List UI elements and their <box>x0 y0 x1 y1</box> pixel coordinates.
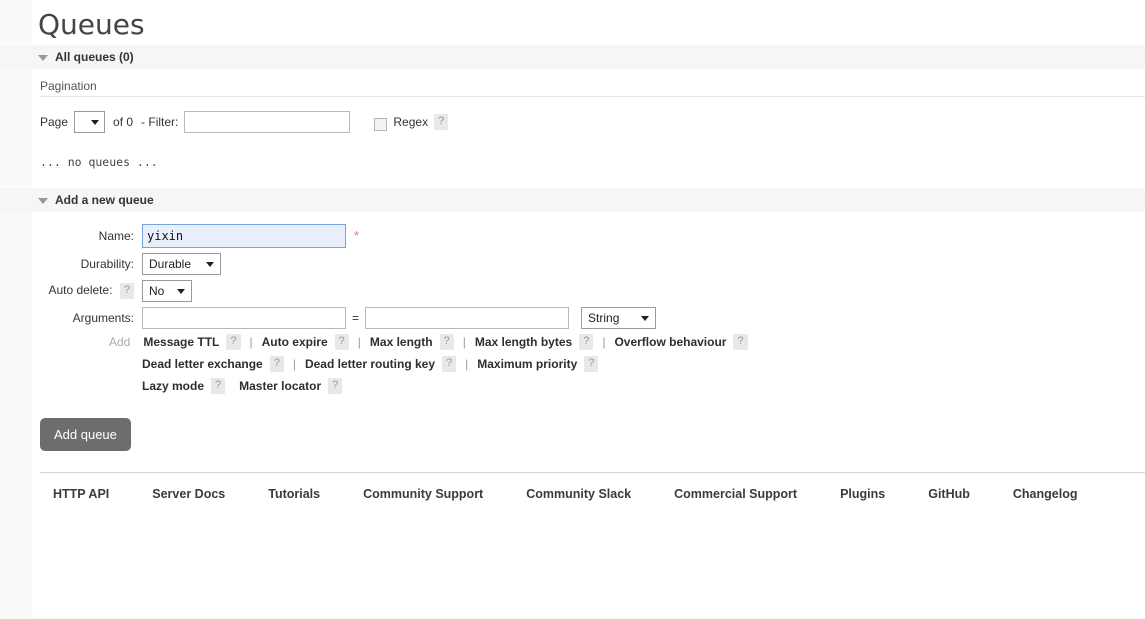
page-label: Page <box>40 115 69 129</box>
preset-message-ttl[interactable]: Message TTL <box>143 334 219 350</box>
separator: | <box>465 357 469 371</box>
preset-dead-letter-exchange[interactable]: Dead letter exchange <box>142 356 263 372</box>
add-queue-label: Add a new queue <box>55 193 154 207</box>
name-label: Name: <box>98 229 134 243</box>
page-total-label: of 0 <box>113 115 134 129</box>
preset-row: Lazy mode ? Master locator ? <box>142 378 1145 394</box>
footer: HTTP API Server Docs Tutorials Community… <box>40 472 1145 501</box>
regex-checkbox[interactable] <box>374 117 388 131</box>
empty-state-message: ... no queues ... <box>40 155 158 169</box>
pagination-heading: Pagination <box>40 79 97 93</box>
preset-dead-letter-routing-key[interactable]: Dead letter routing key <box>305 356 435 372</box>
maximum-priority-help-icon[interactable]: ? <box>584 356 599 372</box>
preset-auto-expire[interactable]: Auto expire <box>262 334 328 350</box>
auto-delete-select[interactable]: No <box>142 280 192 302</box>
preset-master-locator[interactable]: Master locator <box>239 378 321 394</box>
add-argument-link[interactable]: Add <box>109 334 130 350</box>
durability-select-value: Durable <box>149 257 192 271</box>
overflow-behaviour-help-icon[interactable]: ? <box>733 334 748 350</box>
separator: | <box>357 335 361 349</box>
triangle-down-icon[interactable] <box>38 55 48 61</box>
footer-link-tutorials[interactable]: Tutorials <box>268 487 320 501</box>
preset-max-length-bytes[interactable]: Max length bytes <box>475 334 572 350</box>
page-select[interactable] <box>74 111 106 133</box>
master-locator-help-icon[interactable]: ? <box>328 378 343 394</box>
arguments-label: Arguments: <box>72 311 134 325</box>
chevron-down-icon <box>206 262 214 267</box>
preset-lazy-mode[interactable]: Lazy mode <box>142 378 204 394</box>
filter-label: - Filter: <box>141 115 179 129</box>
chevron-down-icon <box>91 120 100 125</box>
max-length-bytes-help-icon[interactable]: ? <box>579 334 594 350</box>
auto-delete-label-text: Auto delete: <box>48 283 113 298</box>
argument-presets: Add Message TTL ? | Auto expire ? | Max … <box>0 334 1145 394</box>
auto-delete-select-value: No <box>149 284 165 298</box>
argument-key-input[interactable] <box>142 307 346 329</box>
name-row: Name: * <box>0 224 1145 248</box>
separator: | <box>292 357 296 371</box>
add-queue-form: Name: * Durability: Durable Auto delete:… <box>0 212 1145 451</box>
regex-help-icon[interactable]: ? <box>434 114 449 130</box>
durability-select[interactable]: Durable <box>142 253 221 275</box>
footer-link-server-docs[interactable]: Server Docs <box>152 487 225 501</box>
add-queue-section-header[interactable]: Add a new queue <box>0 187 1145 212</box>
preset-maximum-priority[interactable]: Maximum priority <box>477 356 577 372</box>
queues-page: Queues All queues (0) Pagination Page of… <box>0 0 1145 619</box>
chevron-down-icon <box>177 289 185 294</box>
argument-value-input[interactable] <box>365 307 570 329</box>
separator: | <box>602 335 606 349</box>
preset-row: Add Message TTL ? | Auto expire ? | Max … <box>109 334 1145 350</box>
pagination-controls: Page of 0 - Filter: Regex ? <box>0 97 1145 133</box>
max-length-help-icon[interactable]: ? <box>439 334 454 350</box>
preset-max-length[interactable]: Max length <box>370 334 433 350</box>
auto-delete-row: Auto delete: ? No <box>0 280 1145 302</box>
filter-input[interactable] <box>184 111 351 133</box>
preset-row: Dead letter exchange ? | Dead letter rou… <box>142 356 1145 372</box>
lazy-mode-help-icon[interactable]: ? <box>211 378 226 394</box>
dead-letter-routing-key-help-icon[interactable]: ? <box>442 356 457 372</box>
dead-letter-exchange-help-icon[interactable]: ? <box>269 356 284 372</box>
required-marker: * <box>354 228 360 243</box>
all-queues-section-header[interactable]: All queues (0) <box>0 44 1145 69</box>
separator: | <box>249 335 253 349</box>
chevron-down-icon <box>641 316 650 321</box>
footer-link-changelog[interactable]: Changelog <box>1013 487 1078 501</box>
argument-type-select[interactable]: String <box>581 307 657 329</box>
argument-equals-sign: = <box>352 311 360 325</box>
auto-expire-help-icon[interactable]: ? <box>334 334 349 350</box>
auto-delete-label: Auto delete: ? <box>38 283 142 299</box>
footer-link-community-slack[interactable]: Community Slack <box>526 487 631 501</box>
footer-link-commercial-support[interactable]: Commercial Support <box>674 487 797 501</box>
add-queue-button[interactable]: Add queue <box>40 418 131 451</box>
auto-delete-help-icon[interactable]: ? <box>119 283 134 299</box>
durability-label: Durability: <box>80 257 134 271</box>
footer-link-community-support[interactable]: Community Support <box>363 487 483 501</box>
submit-row: Add queue <box>0 400 1145 451</box>
footer-link-github[interactable]: GitHub <box>928 487 970 501</box>
durability-row: Durability: Durable <box>0 253 1145 275</box>
triangle-down-icon[interactable] <box>38 198 48 204</box>
separator: | <box>462 335 466 349</box>
page-title: Queues <box>38 8 145 41</box>
arguments-row: Arguments: = String <box>0 307 1145 329</box>
footer-link-plugins[interactable]: Plugins <box>840 487 885 501</box>
footer-links: HTTP API Server Docs Tutorials Community… <box>40 487 1145 501</box>
name-input[interactable] <box>142 224 346 248</box>
message-ttl-help-icon[interactable]: ? <box>226 334 241 350</box>
regex-label: Regex <box>393 115 429 129</box>
page-content: Queues All queues (0) Pagination Page of… <box>0 0 1145 501</box>
argument-type-select-value: String <box>588 311 620 325</box>
footer-link-http-api[interactable]: HTTP API <box>53 487 109 501</box>
all-queues-label: All queues (0) <box>55 50 134 64</box>
preset-overflow-behaviour[interactable]: Overflow behaviour <box>614 334 726 350</box>
